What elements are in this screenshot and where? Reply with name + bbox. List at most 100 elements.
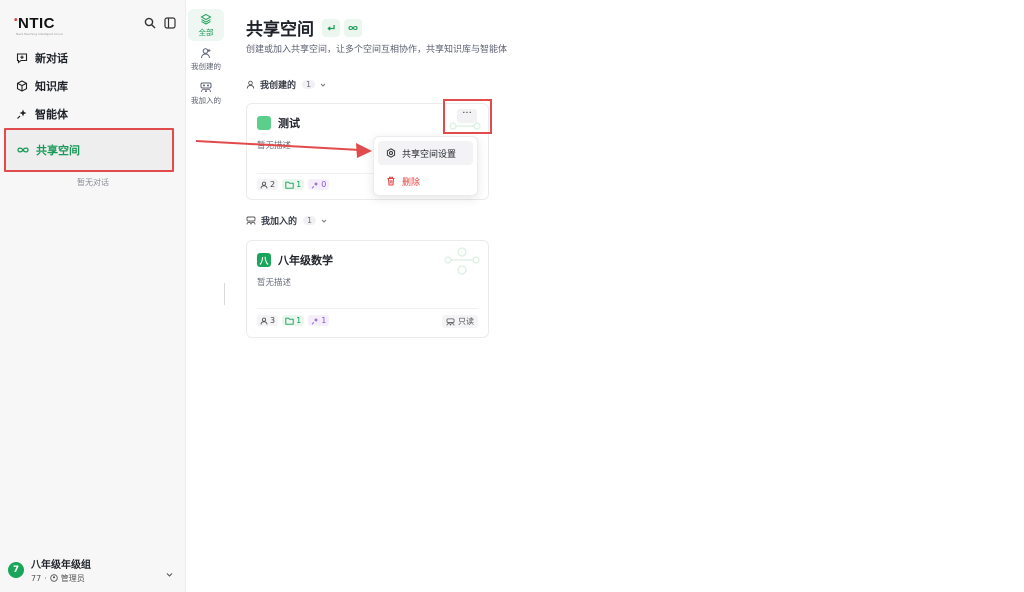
sparkle-icon xyxy=(311,181,319,189)
sidebar-toggle-icon[interactable] xyxy=(163,16,177,30)
org-avatar: 7 xyxy=(8,562,24,578)
sidebar-item-agents[interactable]: 智能体 xyxy=(0,100,186,128)
group-icon xyxy=(200,82,212,93)
card-header: 测试 xyxy=(257,115,300,131)
org-info: 八年级年级组 77 · 管理员 xyxy=(31,556,91,584)
sidebar-item-label: 知识库 xyxy=(35,80,68,93)
enter-icon[interactable] xyxy=(322,18,340,37)
sidebar-item-new-chat[interactable]: 新对话 xyxy=(0,44,186,72)
group-icon xyxy=(246,216,256,225)
kb-count-value: 1 xyxy=(296,180,302,189)
space-title: 八年级数学 xyxy=(278,254,333,267)
space-card-grade8-math[interactable]: 八 八年级数学 暂无描述 3 1 1 只读 xyxy=(246,240,489,338)
org-switcher[interactable]: 7 八年级年级组 77 · 管理员 xyxy=(8,554,178,586)
sidebar-item-label: 智能体 xyxy=(35,108,68,121)
user-icon xyxy=(260,181,268,189)
logo-subtitle: Next Teaching Intelligent Cloud xyxy=(16,32,63,36)
cube-icon xyxy=(15,79,29,93)
filter-rail: 全部 我创建的 我加入的 xyxy=(186,0,226,592)
rail-filter-created[interactable]: 我创建的 xyxy=(188,43,224,75)
chevron-down-icon xyxy=(320,83,326,87)
agent-count: 0 xyxy=(308,179,330,190)
sparkle-icon xyxy=(311,317,319,325)
sidebar-item-shared-space[interactable]: 共享空间 xyxy=(4,128,174,172)
sparkle-icon xyxy=(15,107,29,121)
member-count-value: 2 xyxy=(270,180,276,189)
rail-filter-all[interactable]: 全部 xyxy=(188,9,224,41)
org-meta-separator: · xyxy=(44,574,47,583)
layers-icon xyxy=(200,13,212,25)
sidebar-item-label: 新对话 xyxy=(35,52,68,65)
title-row: 共享空间 xyxy=(246,15,366,40)
admin-icon xyxy=(49,573,58,584)
space-options-menu: 共享空间设置 删除 xyxy=(373,136,478,196)
space-description: 暂无描述 xyxy=(257,278,292,288)
space-stats: 2 1 0 xyxy=(257,179,330,190)
org-member-count: 77 xyxy=(31,574,42,583)
agent-count-value: 1 xyxy=(321,316,327,325)
menu-item-delete[interactable]: 删除 xyxy=(378,169,473,193)
search-icon[interactable] xyxy=(143,16,157,30)
rail-scroll-indicator xyxy=(224,283,225,305)
rail-label: 全部 xyxy=(198,28,214,37)
page-subtitle: 创建或加入共享空间，让多个空间互相协作，共享知识库与智能体 xyxy=(246,45,508,55)
annotation-highlight-box xyxy=(443,99,492,134)
space-badge xyxy=(257,116,271,130)
rail-label: 我加入的 xyxy=(191,96,221,105)
menu-item-space-settings[interactable]: 共享空间设置 xyxy=(378,141,473,165)
app-root: •NTIC Next Teaching Intelligent Cloud 新对… xyxy=(0,0,1024,592)
group-icon xyxy=(446,317,455,326)
org-role: 管理员 xyxy=(60,574,85,583)
chevron-down-icon[interactable] xyxy=(165,564,174,583)
sidebar: •NTIC Next Teaching Intelligent Cloud 新对… xyxy=(0,0,186,592)
member-count-value: 3 xyxy=(270,316,276,325)
kb-count: 1 xyxy=(282,179,305,190)
main-content: 共享空间 创建或加入共享空间，让多个空间互相协作，共享知识库与智能体 我创建的 … xyxy=(246,0,1024,592)
space-description: 暂无描述 xyxy=(257,141,292,151)
readonly-badge: 只读 xyxy=(442,315,478,328)
section-count: 1 xyxy=(303,216,317,225)
infinity-icon[interactable] xyxy=(344,18,362,37)
section-joined[interactable]: 我加入的 1 xyxy=(246,214,333,227)
sidebar-item-knowledge-base[interactable]: 知识库 xyxy=(0,72,186,100)
gear-icon xyxy=(386,148,396,158)
space-title: 测试 xyxy=(278,117,300,130)
agent-count: 1 xyxy=(308,315,330,326)
user-icon xyxy=(246,80,255,89)
section-label: 我加入的 xyxy=(261,217,298,227)
folder-icon xyxy=(285,181,294,189)
org-name: 八年级年级组 xyxy=(31,560,91,571)
space-badge: 八 xyxy=(257,253,271,267)
menu-item-label: 删除 xyxy=(402,177,421,188)
kb-count: 1 xyxy=(282,315,305,326)
trash-icon xyxy=(387,176,395,186)
sidebar-top-actions xyxy=(143,16,177,30)
rail-filter-joined[interactable]: 我加入的 xyxy=(188,77,224,109)
card-header: 八 八年级数学 xyxy=(257,252,333,268)
space-stats: 3 1 1 xyxy=(257,315,330,326)
sidebar-item-label: 共享空间 xyxy=(36,144,80,157)
kb-count-value: 1 xyxy=(296,316,302,325)
section-label: 我创建的 xyxy=(260,81,297,91)
menu-item-label: 共享空间设置 xyxy=(402,149,457,160)
user-icon xyxy=(260,317,268,325)
member-count: 3 xyxy=(257,315,279,326)
logo-text: NTIC xyxy=(18,15,56,32)
section-created[interactable]: 我创建的 1 xyxy=(246,78,332,91)
page-title: 共享空间 xyxy=(246,20,314,40)
logo[interactable]: •NTIC xyxy=(14,15,55,32)
org-meta: 77 · 管理员 xyxy=(31,573,91,584)
network-decoration-icon xyxy=(444,247,480,275)
agent-count-value: 0 xyxy=(321,180,327,189)
sidebar-nav: 新对话 知识库 智能体 共享空间 xyxy=(0,44,186,172)
empty-chat-text: 暂无对话 xyxy=(77,178,109,187)
folder-icon xyxy=(285,317,294,325)
user-icon xyxy=(201,48,211,59)
readonly-label: 只读 xyxy=(458,317,474,326)
rail-label: 我创建的 xyxy=(191,62,221,71)
card-divider xyxy=(257,308,478,309)
chat-plus-icon xyxy=(15,51,29,65)
member-count: 2 xyxy=(257,179,279,190)
chevron-down-icon xyxy=(321,219,327,223)
section-count: 1 xyxy=(302,80,316,89)
